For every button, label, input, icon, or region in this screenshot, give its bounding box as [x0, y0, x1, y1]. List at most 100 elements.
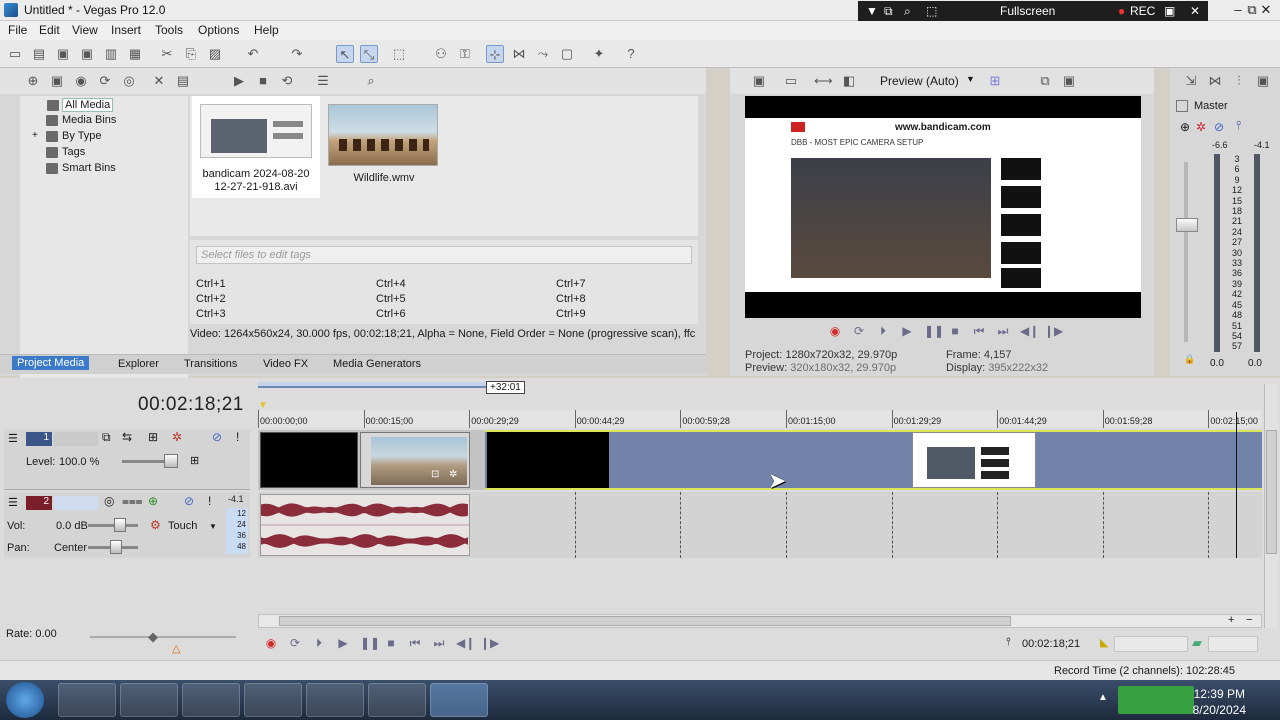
window-mode-icon[interactable]: ⧉ — [884, 4, 893, 19]
selection-end-field[interactable] — [1208, 636, 1258, 652]
properties-icon[interactable]: ▣ — [1254, 72, 1272, 90]
loop-region-bar[interactable] — [258, 382, 488, 388]
split-screen-icon[interactable]: ◧ — [840, 72, 858, 90]
envelope-tool-icon[interactable]: ⤡ — [360, 45, 378, 63]
tray-expand-icon[interactable]: ▲ — [1098, 692, 1108, 703]
search-icon[interactable]: ⌕ — [362, 72, 380, 90]
tab-media-generators[interactable]: Media Generators — [333, 358, 421, 370]
next-frame-icon[interactable]: ❙▶ — [480, 636, 499, 650]
level-slider-handle[interactable] — [164, 454, 178, 468]
tab-transitions[interactable]: Transitions — [184, 358, 237, 370]
event-pan-crop-icon[interactable]: ⊡ — [431, 469, 439, 480]
scrollbar-thumb[interactable] — [279, 616, 1011, 626]
scrollbar-thumb[interactable] — [1266, 430, 1277, 554]
lock-envelopes-icon[interactable]: ⚿ — [456, 45, 474, 63]
zoom-out-icon[interactable]: − — [1246, 614, 1252, 626]
camera-icon[interactable]: ▣ — [1164, 4, 1175, 18]
video-clip-bandicam[interactable] — [912, 432, 1036, 488]
play-icon[interactable]: ▶ — [336, 636, 350, 650]
rec-button[interactable]: REC — [1130, 4, 1155, 18]
normal-edit-tool-icon[interactable]: ↖ — [336, 45, 354, 63]
tab-explorer[interactable]: Explorer — [118, 358, 159, 370]
capture-icon[interactable]: ▣ — [48, 72, 66, 90]
audio-track-name-field[interactable] — [54, 496, 98, 510]
preview-properties-icon[interactable]: ▣ — [750, 72, 768, 90]
automation-mode[interactable]: Touch — [168, 520, 197, 532]
rate-slider-track[interactable] — [90, 636, 236, 638]
downmix-icon[interactable]: ⇲ — [1182, 72, 1200, 90]
cursor-position[interactable]: 00:02:18;21 — [1022, 638, 1080, 650]
overlays-icon[interactable]: ⊞ — [986, 72, 1004, 90]
tag-shortcut[interactable]: Ctrl+9 — [556, 308, 586, 320]
tag-shortcut[interactable]: Ctrl+7 — [556, 278, 586, 290]
snapping-icon[interactable]: ⊹ — [486, 45, 504, 63]
remove-media-icon[interactable]: ✕ — [150, 72, 168, 90]
previous-frame-icon[interactable]: ◀❙ — [456, 636, 475, 650]
copy-icon[interactable]: ⎘ — [182, 45, 200, 63]
vol-slider-track[interactable] — [88, 524, 138, 527]
menu-edit[interactable]: Edit — [39, 23, 60, 37]
tag-shortcut[interactable]: Ctrl+4 — [376, 278, 406, 290]
video-clip-black[interactable] — [260, 432, 358, 488]
menu-view[interactable]: View — [72, 23, 98, 37]
master-pin-icon[interactable]: ⫯ — [1236, 118, 1241, 133]
tree-item-media-bins[interactable]: Media Bins — [46, 114, 116, 126]
auto-crossfade-icon[interactable]: ⋈ — [510, 45, 528, 63]
event-pan-crop-icon[interactable]: ▢ — [558, 45, 576, 63]
taskbar-explorer-icon[interactable] — [58, 683, 116, 717]
cut-icon[interactable]: ✂ — [158, 45, 176, 63]
get-media-icon[interactable]: ◉ — [72, 72, 90, 90]
save-as-icon[interactable]: ▣ — [78, 45, 96, 63]
timeline-ruler[interactable]: 00:00:00;00 00:00:15;00 00:00:29;29 00:00:4… — [258, 410, 1262, 428]
dim-icon[interactable]: ⋈ — [1206, 72, 1224, 90]
menu-options[interactable]: Options — [198, 23, 239, 37]
playhead-cursor[interactable] — [1236, 412, 1237, 558]
previous-frame-icon[interactable]: ◀❙ — [1020, 324, 1039, 338]
event-fx-icon[interactable]: ✲ — [449, 469, 457, 480]
properties-icon[interactable]: ▦ — [126, 45, 144, 63]
motion-icon[interactable]: ⊞ — [148, 430, 158, 444]
master-fx-icon[interactable]: ⊕ — [1180, 120, 1190, 134]
chevron-down-icon[interactable]: ▼ — [209, 522, 217, 531]
auto-preview-icon[interactable]: ⟲ — [278, 72, 296, 90]
tree-item-smart-bins[interactable]: Smart Bins — [46, 162, 116, 174]
next-frame-icon[interactable]: ❙▶ — [1044, 324, 1063, 338]
stop-icon[interactable]: ■ — [948, 324, 962, 338]
search-icon[interactable]: ⌕ — [904, 4, 911, 19]
external-monitor-icon[interactable]: ▭ — [782, 72, 800, 90]
compositing-mode-icon[interactable]: ⧉ — [102, 430, 111, 445]
rate-slider-handle[interactable]: ◆ — [148, 629, 158, 645]
master-fx-chain-icon[interactable]: ✲ — [1196, 120, 1206, 134]
video-clip-wildlife[interactable]: ⊡ ✲ — [360, 432, 470, 488]
media-item-wildlife[interactable]: Wildlife.wmv — [328, 96, 440, 184]
timeline-horizontal-scrollbar[interactable] — [258, 614, 1262, 628]
expand-icon[interactable]: + — [32, 130, 38, 141]
loop-playback-icon[interactable]: ⟳ — [852, 324, 866, 338]
timecode-display[interactable]: 00:02:18;21 — [138, 394, 244, 416]
taskbar-clock[interactable]: 12:39 PM 8/20/2024 — [1193, 686, 1246, 718]
automation-gear-icon[interactable]: ⚙ — [150, 518, 161, 532]
views-icon[interactable]: ☰ — [314, 72, 332, 90]
stop-icon[interactable]: ■ — [384, 636, 398, 650]
stop-media-icon[interactable]: ■ — [254, 72, 272, 90]
vol-slider-handle[interactable] — [114, 518, 126, 532]
media-item-bandicam[interactable]: bandicam 2024-08-20 12-27-21-918.avi — [192, 96, 320, 198]
dropdown-icon[interactable]: ▼ — [866, 4, 878, 18]
play-from-start-icon[interactable]: ⏵ — [312, 636, 326, 650]
track-menu-icon[interactable]: ☰ — [8, 496, 18, 509]
taskbar-media-player-icon[interactable] — [120, 683, 178, 717]
mute-icon[interactable]: ⊘ — [212, 430, 222, 444]
auto-ripple-icon[interactable]: ⤳ — [534, 45, 552, 63]
tag-shortcut[interactable]: Ctrl+8 — [556, 293, 586, 305]
video-clip-black-2[interactable] — [487, 432, 609, 488]
solo-icon[interactable]: ! — [208, 494, 211, 508]
track-fx-icon[interactable]: ⊕ — [148, 494, 158, 508]
play-icon[interactable]: ▶ — [900, 324, 914, 338]
pause-icon[interactable]: ❚❚ — [924, 324, 944, 338]
master-lock-icon[interactable]: 🔒 — [1184, 354, 1195, 365]
loop-playback-icon[interactable]: ⟳ — [288, 636, 302, 650]
chevron-down-icon[interactable]: ▼ — [966, 74, 975, 84]
tag-shortcut[interactable]: Ctrl+1 — [196, 278, 226, 290]
taskbar-globe-icon[interactable] — [182, 683, 240, 717]
meter-options-icon[interactable]: ⫶ — [1230, 72, 1248, 90]
